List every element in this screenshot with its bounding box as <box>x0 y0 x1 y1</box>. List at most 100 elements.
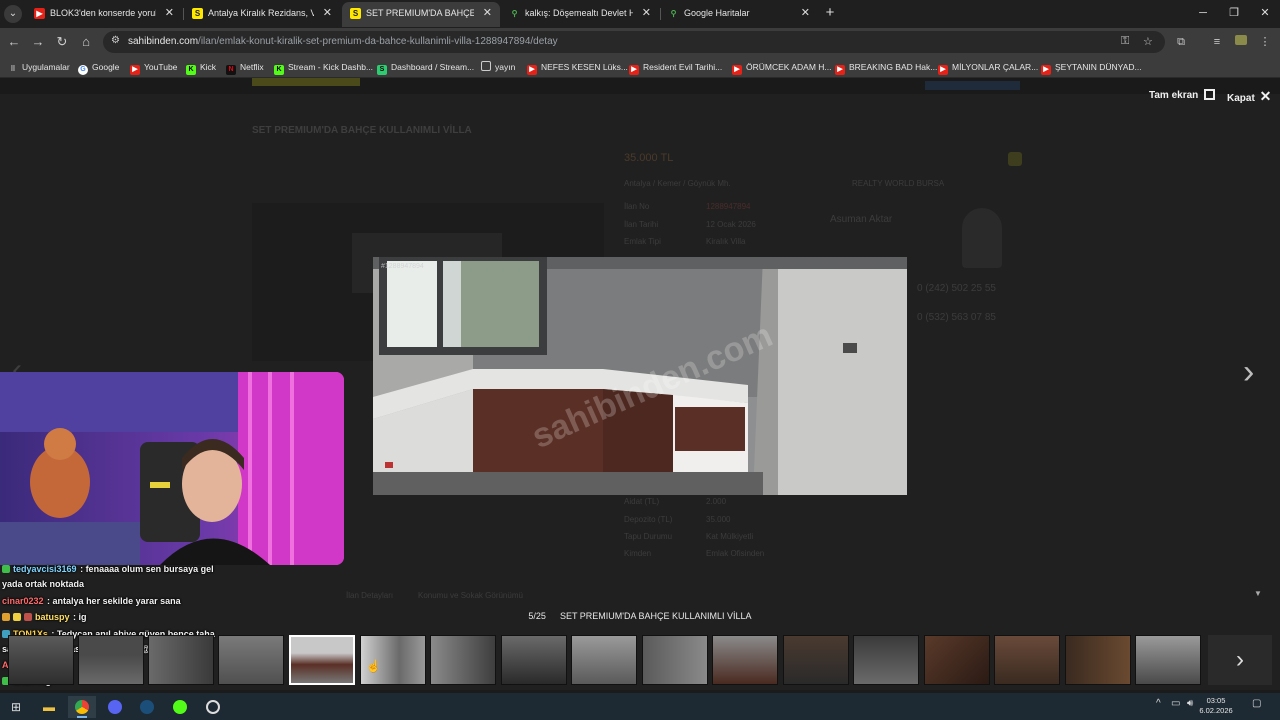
reload-icon[interactable]: ↻ <box>53 33 71 51</box>
sahibinden-icon: S <box>350 8 361 19</box>
scroll-down-arrow-icon[interactable]: ▼ <box>1254 589 1262 598</box>
listing-price: 35.000 TL <box>624 152 674 164</box>
profile-avatar[interactable] <box>1232 33 1250 51</box>
fullscreen-button[interactable]: Tam ekran <box>1149 88 1216 104</box>
tab-sahibinden-search[interactable]: S Antalya Kiralık Rezidans, Villa, M ✕ <box>184 2 340 27</box>
thumbnails-next-arrow-icon[interactable]: › <box>1208 635 1272 685</box>
bookmark-google[interactable]: G Google <box>78 56 119 78</box>
agency-watermark-logo <box>385 462 396 469</box>
field-value: Kat Mülkiyetli <box>706 532 754 541</box>
chrome-icon[interactable] <box>68 696 96 718</box>
thumbnail[interactable] <box>1065 635 1131 685</box>
discord-icon[interactable] <box>101 696 129 718</box>
thumbnail[interactable] <box>78 635 144 685</box>
bookmarks-bar: ⠿ Uygulamalar G Google ▶ YouTube K Kick N Net… <box>0 56 1280 78</box>
back-arrow-icon[interactable]: ← <box>5 33 23 51</box>
tab-sahibinden-listing[interactable]: S SET PREMIUM'DA BAHÇE KULL ✕ <box>342 2 500 27</box>
thumbnail[interactable] <box>853 635 919 685</box>
thumbnail[interactable] <box>924 635 990 685</box>
network-icon[interactable]: ▭ <box>1171 698 1180 709</box>
thumbnail[interactable] <box>1135 635 1201 685</box>
obs-icon[interactable] <box>199 696 227 718</box>
file-explorer-icon[interactable]: ▬ <box>35 696 63 718</box>
photo-listing-id: #1288947894 <box>381 263 424 270</box>
bookmark-video-3[interactable]: ▶ ÖRÜMCEK ADAM H... <box>732 56 831 78</box>
agency-name: REALTY WORLD BURSA <box>852 179 945 188</box>
notifications-icon[interactable]: ▢ <box>1252 698 1261 709</box>
agent-photo <box>962 208 1002 268</box>
youtube-icon: ▶ <box>527 65 537 75</box>
bookmark-video-1[interactable]: ▶ NEFES KESEN Lüks... <box>527 56 628 78</box>
extensions-puzzle-icon[interactable]: ⧉ <box>1172 33 1190 51</box>
bookmark-video-6[interactable]: ▶ ŞEYTANIN DÜNYAD... <box>1041 56 1142 78</box>
bookmark-folder-yayin[interactable]: yayın <box>481 56 515 78</box>
bookmark-star-icon[interactable]: ☆ <box>1143 35 1153 48</box>
mouse-cursor-icon: ☝ <box>366 659 381 673</box>
bookmark-video-4[interactable]: ▶ BREAKING BAD Hak... <box>835 56 937 78</box>
bookmark-netflix[interactable]: N Netflix <box>226 56 264 78</box>
media-controls-icon[interactable]: ≡ <box>1208 33 1226 51</box>
header-button <box>925 81 1020 90</box>
system-clock[interactable]: 03:05 6.02.2026 <box>1198 696 1234 716</box>
forward-arrow-icon[interactable]: → <box>29 33 47 51</box>
bookmark-streamelements[interactable]: S Dashboard / Stream... <box>377 56 474 78</box>
close-tab-icon[interactable]: ✕ <box>642 2 651 25</box>
windows-start-icon[interactable]: ⊞ <box>2 696 30 718</box>
thumbnail[interactable] <box>712 635 778 685</box>
gallery-photo[interactable]: #1288947894 sahibinden.com <box>373 257 907 495</box>
thumbnail[interactable] <box>501 635 567 685</box>
bookmark-youtube[interactable]: ▶ YouTube <box>130 56 177 78</box>
thumbnail[interactable] <box>994 635 1060 685</box>
thumbnail[interactable] <box>218 635 284 685</box>
tab-maps-directions[interactable]: ⚲ kalkış: Döşemealtı Devlet Hasta ✕ <box>501 2 659 27</box>
bookmark-kick[interactable]: K Kick <box>186 56 216 78</box>
site-info-icon[interactable]: ⚙ <box>111 35 120 46</box>
close-tab-icon[interactable]: ✕ <box>165 2 174 25</box>
close-tab-icon[interactable]: ✕ <box>483 2 492 25</box>
expand-icon <box>1204 89 1216 100</box>
steam-icon[interactable] <box>133 696 161 718</box>
kebab-menu-icon[interactable]: ⋮ <box>1256 33 1274 51</box>
thumbnail[interactable] <box>571 635 637 685</box>
tab-search-chevron-icon[interactable]: ⌄ <box>4 5 22 23</box>
close-gallery-button[interactable]: Kapat ✕ <box>1227 88 1271 104</box>
youtube-icon: ▶ <box>1041 65 1051 75</box>
bookmark-kick-dashboard[interactable]: K Stream - Kick Dashb... <box>274 56 373 78</box>
close-icon: ✕ <box>1259 88 1272 104</box>
bookmark-apps[interactable]: ⠿ Uygulamalar <box>8 56 69 78</box>
youtube-icon: ▶ <box>835 65 845 75</box>
volume-icon[interactable]: 🔊︎ <box>1187 698 1193 709</box>
close-window-icon[interactable]: ✕ <box>1250 3 1280 23</box>
folder-icon <box>481 61 491 71</box>
password-key-icon[interactable]: ⚿ <box>1121 35 1129 48</box>
webcam-feed <box>0 372 344 565</box>
thumbnail-selected[interactable] <box>289 635 355 685</box>
address-bar[interactable]: ⚙ sahibinden.com/ilan/emlak-konut-kirali… <box>103 31 1165 53</box>
restore-icon[interactable]: ❐ <box>1219 3 1249 23</box>
thumbnail[interactable] <box>783 635 849 685</box>
field-label: İlan No <box>624 202 650 211</box>
thumbnail[interactable] <box>148 635 214 685</box>
kick-app-icon[interactable] <box>166 696 194 718</box>
close-tab-icon[interactable]: ✕ <box>801 2 810 25</box>
bookmark-video-5[interactable]: ▶ MİLYONLAR ÇALAR... <box>938 56 1038 78</box>
thumbnail[interactable] <box>8 635 74 685</box>
field-label: Kimden <box>624 549 652 558</box>
next-photo-arrow-icon[interactable]: › <box>1243 352 1271 392</box>
tab-youtube[interactable]: ▶ BLOK3'den konserde yoruluyor ✕ <box>26 2 182 27</box>
tray-chevron-up-icon[interactable]: ^ <box>1156 698 1161 709</box>
home-icon[interactable]: ⌂ <box>77 33 95 51</box>
url-text[interactable]: sahibinden.com/ilan/emlak-konut-kiralik-… <box>128 31 558 53</box>
thumbnail[interactable] <box>642 635 708 685</box>
thumbnail-strip: › <box>0 634 1280 686</box>
minimize-icon[interactable]: ─ <box>1188 3 1218 23</box>
apps-grid-icon: ⠿ <box>10 66 16 73</box>
field-value: Emlak Ofisinden <box>706 549 765 558</box>
new-tab-button[interactable]: + <box>822 3 838 25</box>
kick-icon: K <box>186 65 196 75</box>
bookmark-video-2[interactable]: ▶ Resident Evil Tarihi... <box>629 56 722 78</box>
tab-google-maps[interactable]: ⚲ Google Haritalar ✕ <box>660 2 818 27</box>
chat-message: tedyavcisi3169 : fenaaaa olum sen bursay… <box>2 564 214 574</box>
thumbnail[interactable] <box>430 635 496 685</box>
close-tab-icon[interactable]: ✕ <box>323 2 332 25</box>
